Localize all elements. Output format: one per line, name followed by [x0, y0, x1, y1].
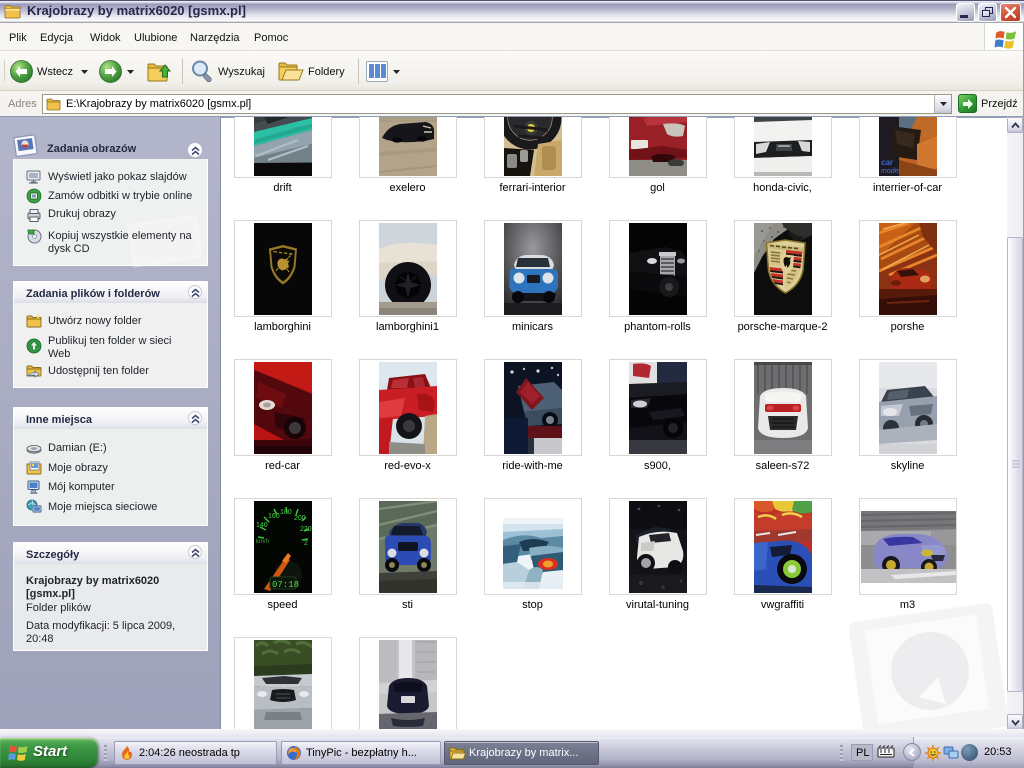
svg-text:200: 200 [294, 515, 306, 522]
svg-text:160: 160 [268, 513, 280, 520]
svg-text:2: 2 [304, 540, 308, 547]
svg-text:180: 180 [280, 509, 292, 516]
svg-text:model: model [881, 168, 901, 175]
svg-text:km/h: km/h [256, 539, 269, 545]
svg-text:140: 140 [256, 522, 268, 529]
svg-text:07:18: 07:18 [272, 580, 299, 590]
svg-text:car: car [881, 158, 894, 167]
svg-text:220: 220 [300, 526, 312, 533]
